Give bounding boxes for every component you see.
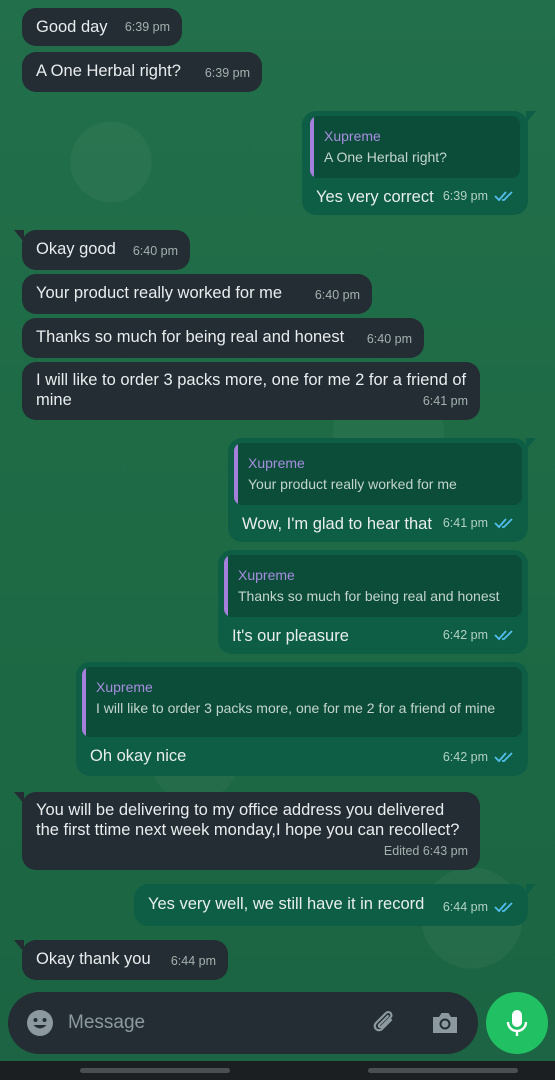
quoted-text: Thanks so much for being real and honest	[238, 588, 500, 604]
message-time: 6:39 pm	[442, 189, 488, 203]
double-check-icon	[494, 902, 513, 913]
message-time: 6:41 pm	[442, 516, 488, 530]
message-time: Edited 6:43 pm	[383, 844, 468, 858]
message-text: A One Herbal right?	[36, 62, 181, 80]
message-time: 6:44 pm	[170, 954, 216, 968]
message-text: Wow, I'm glad to hear that	[242, 515, 432, 533]
message-incoming[interactable]: You will be delivering to my office addr…	[14, 792, 480, 870]
message-text: Thanks so much for being real and honest	[36, 328, 345, 346]
nav-home-handle[interactable]	[368, 1068, 518, 1073]
message-time: 6:42 pm	[442, 628, 488, 642]
message-text: Yes very correct	[316, 188, 434, 206]
message-text: It's our pleasure	[232, 627, 349, 645]
message-outgoing[interactable]: Xupreme I will like to order 3 packs mor…	[76, 662, 528, 776]
mic-button[interactable]	[486, 992, 548, 1054]
message-time: 6:40 pm	[314, 288, 360, 302]
message-outgoing[interactable]: Xupreme Thanks so much for being real an…	[218, 550, 528, 654]
quoted-message[interactable]: Xupreme Thanks so much for being real an…	[224, 555, 522, 617]
message-time-group: 6:39 pm	[443, 186, 516, 206]
nav-back-handle[interactable]	[80, 1068, 230, 1073]
message-text: Yes very well, we still have it in recor…	[148, 895, 425, 913]
message-outgoing[interactable]: Yes very well, we still have it in recor…	[134, 884, 536, 926]
message-incoming[interactable]: Thanks so much for being real and honest…	[22, 318, 424, 358]
message-text: Your product really worked for me	[36, 284, 283, 302]
quoted-text: A One Herbal right?	[324, 149, 447, 165]
quoted-message[interactable]: Xupreme A One Herbal right?	[310, 116, 520, 178]
message-incoming[interactable]: Good day 6:39 pm	[22, 8, 182, 46]
quoted-text: Your product really worked for me	[248, 476, 457, 492]
message-time: 6:42 pm	[442, 750, 488, 764]
quoted-message[interactable]: Xupreme I will like to order 3 packs mor…	[82, 667, 522, 737]
message-time: 6:40 pm	[132, 244, 178, 258]
double-check-icon	[494, 518, 513, 529]
message-input[interactable]: Message	[68, 1012, 145, 1034]
message-time: 6:40 pm	[366, 332, 412, 346]
message-time-group: 6:44 pm	[443, 897, 516, 917]
message-outgoing[interactable]: Xupreme Your product really worked for m…	[228, 438, 536, 542]
double-check-icon	[494, 630, 513, 641]
message-time: 6:44 pm	[442, 900, 488, 914]
quoted-sender: Xupreme	[238, 567, 295, 583]
message-time: 6:39 pm	[124, 20, 170, 34]
attach-icon[interactable]	[370, 1008, 400, 1038]
message-incoming[interactable]: Okay good 6:40 pm	[14, 230, 190, 270]
message-time-group: 6:41 pm	[443, 513, 516, 533]
double-check-icon	[494, 752, 513, 763]
emoji-icon[interactable]	[26, 1009, 54, 1037]
quoted-message[interactable]: Xupreme Your product really worked for m…	[234, 443, 522, 505]
message-time: 6:41 pm	[422, 394, 468, 408]
message-text: Good day	[36, 18, 108, 36]
message-text: You will be delivering to my office addr…	[36, 801, 460, 839]
message-incoming[interactable]: Okay thank you 6:44 pm	[14, 940, 228, 980]
message-time: 6:39 pm	[204, 66, 250, 80]
quoted-sender: Xupreme	[248, 455, 305, 471]
double-check-icon	[494, 191, 513, 202]
message-composer[interactable]: Message	[8, 992, 478, 1054]
message-outgoing[interactable]: Xupreme A One Herbal right? Yes very cor…	[302, 111, 536, 215]
message-incoming[interactable]: I will like to order 3 packs more, one f…	[22, 362, 480, 420]
message-text: Oh okay nice	[90, 747, 187, 765]
message-incoming[interactable]: Your product really worked for me 6:40 p…	[22, 274, 372, 314]
microphone-icon	[506, 1010, 528, 1036]
message-text: Okay good	[36, 240, 116, 258]
message-incoming[interactable]: A One Herbal right? 6:39 pm	[22, 52, 262, 92]
message-time-group: 6:42 pm	[443, 747, 516, 767]
system-nav-bar	[0, 1061, 555, 1080]
message-text: I will like to order 3 packs more, one f…	[36, 371, 467, 409]
quoted-text: I will like to order 3 packs more, one f…	[96, 700, 496, 716]
quoted-sender: Xupreme	[324, 128, 381, 144]
quoted-sender: Xupreme	[96, 679, 153, 695]
message-time-group: 6:42 pm	[443, 625, 516, 645]
message-text: Okay thank you	[36, 950, 151, 968]
camera-icon[interactable]	[430, 1009, 460, 1037]
